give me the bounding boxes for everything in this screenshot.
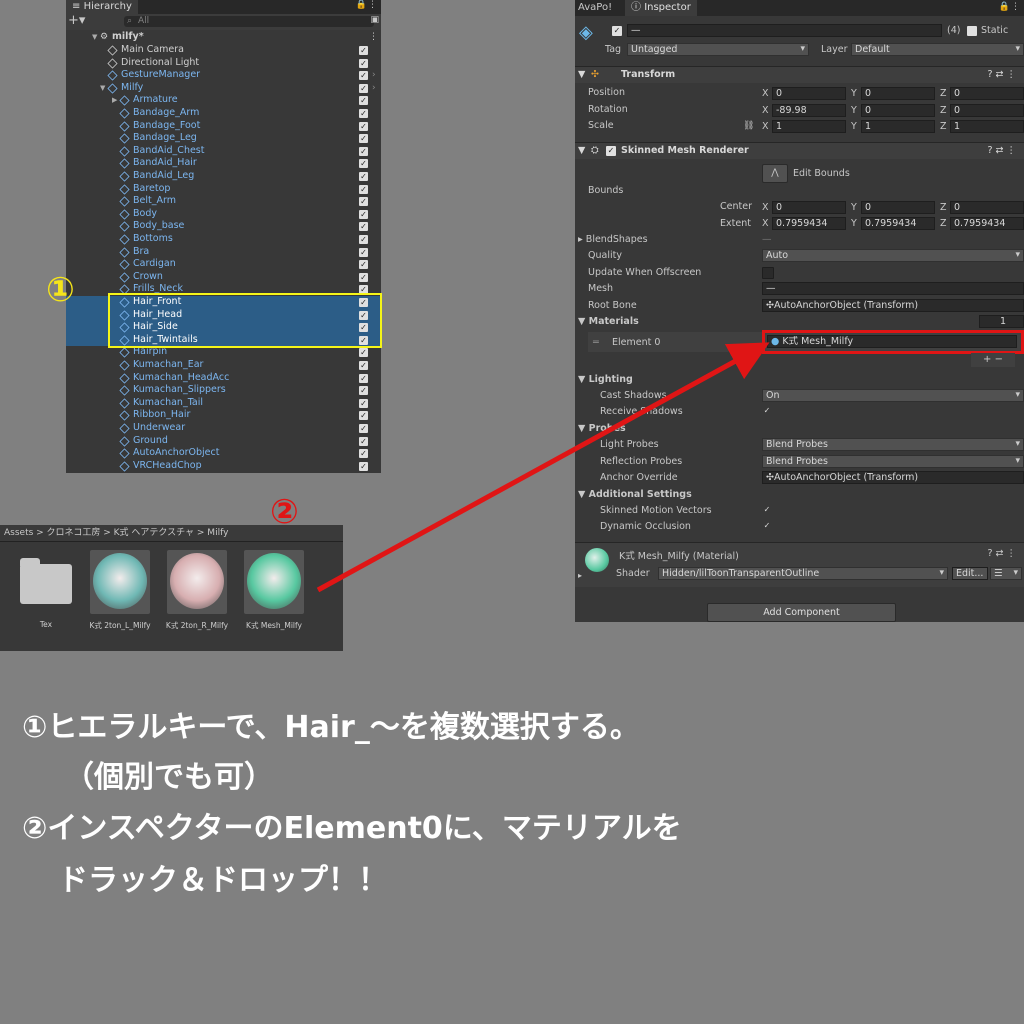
instruction-line-2: （個別でも可） [64,760,274,795]
instruction-line-4: ドラック＆ドロップ！！ [58,863,388,898]
instruction-line-1: ①ヒエラルキーで、Hair_〜を複数選択する。 [22,710,640,745]
instruction-line-3: ②インスペクターのElement0に、マテリアルを [22,811,682,846]
arrow-line [316,342,770,593]
